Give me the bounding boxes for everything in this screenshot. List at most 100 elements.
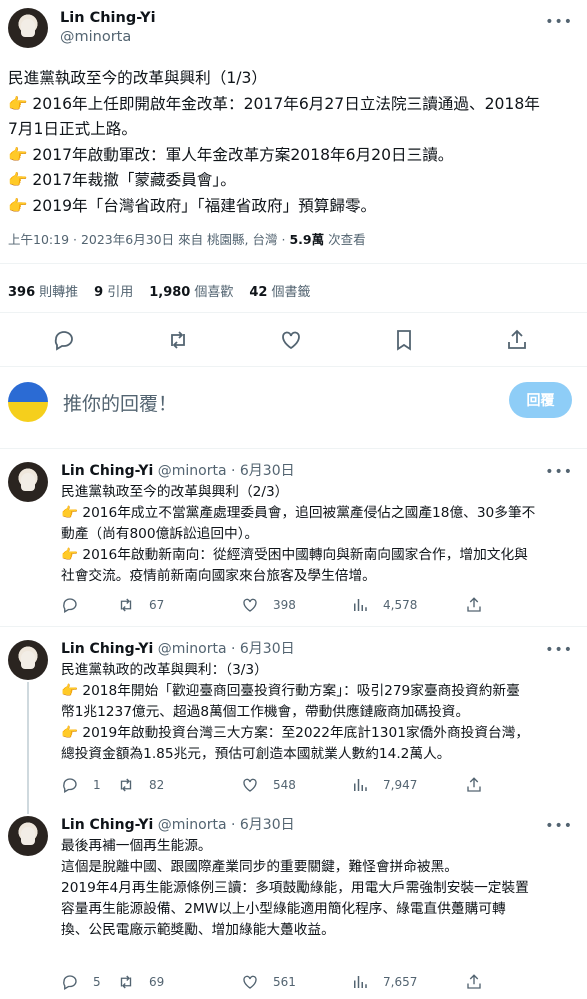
retweet-icon[interactable] [166,328,190,352]
stat-value: 9 [94,285,104,300]
tweet-line: 幣1兆1237億元、超過8萬個工作機會，帶動供應鏈廠商加碼投資。 [61,704,470,720]
share-action[interactable] [465,776,483,794]
main-tweet-header: Lin Ching-Yi @minorta [8,8,156,48]
author-name[interactable]: Lin Ching-Yi [61,463,153,479]
avatar[interactable] [8,816,48,856]
like-action[interactable]: 548 [241,776,296,794]
reply-button[interactable]: 回覆 [509,382,572,418]
divider [0,312,587,313]
tweet-line: 民進黨執政的改革與興利：（3/3） [61,662,268,678]
main-line: 7月1日正式上路。 [8,120,137,138]
divider [0,626,587,627]
more-icon[interactable]: ••• [545,14,573,30]
like-icon [243,975,257,989]
like-icon[interactable] [279,328,303,352]
user-avatar[interactable] [8,382,48,422]
views-icon [354,976,367,988]
retweet-action[interactable]: 69 [117,973,164,991]
tweet-line: 社會交流。疫情前新南向國家來台旅客及學生倍增。 [61,568,376,584]
share-icon[interactable] [505,328,529,352]
more-icon[interactable]: ••• [545,642,573,658]
view-count: 7,657 [383,975,418,989]
tweet-text: 民進黨執政的改革與興利：（3/3） 👉 2018年開始「歡迎臺商回臺投資行動方案… [61,660,581,765]
like-count: 561 [273,975,296,989]
author-name[interactable]: Lin Ching-Yi [61,817,153,833]
like-count: 398 [273,598,296,612]
reply-tweet[interactable]: Lin Ching-Yi @minorta · 6月30日 ••• 民進黨執政至… [0,462,587,624]
divider [0,448,587,449]
main-line: 👉 2017年啟動軍改：軍人年金改革方案2018年6月20日三讀。 [8,145,454,164]
tweet-header: Lin Ching-Yi @minorta · 6月30日 [61,816,295,835]
reply-input[interactable]: 推你的回覆！ [63,389,177,416]
more-icon[interactable]: ••• [545,818,573,834]
stat-retweets[interactable]: 396 則轉推 [8,281,78,300]
author-meta[interactable]: @minorta · 6月30日 [158,463,295,479]
tweet-actions: 5 69 561 7,657 [61,973,501,993]
views-action[interactable]: 7,947 [351,776,417,794]
share-icon [467,974,481,989]
share-action[interactable] [465,596,483,614]
stat-label: 個書籤 [271,285,311,300]
author-handle[interactable]: @minorta [60,28,156,47]
view-count: 5.9萬 [289,232,325,247]
views-action[interactable]: 7,657 [351,973,417,991]
stat-value: 396 [8,285,36,300]
share-icon [467,777,481,792]
tweet-line: 👉 2016年啟動新南向：從經濟受困中國轉向與新南向國家合作，增加文化與 [61,547,528,563]
retweet-icon [120,975,132,989]
reply-icon [63,598,77,613]
bookmark-icon[interactable] [392,328,416,352]
reply-count: 1 [93,778,101,792]
avatar[interactable] [8,640,48,680]
reply-action[interactable] [61,596,93,614]
views-icon [354,599,367,611]
tweet-actions [0,328,587,354]
reply-action[interactable]: 5 [61,973,101,991]
reply-icon[interactable] [52,328,76,352]
divider [0,366,587,367]
author-meta[interactable]: @minorta · 6月30日 [158,641,295,657]
view-count: 4,578 [383,598,418,612]
thread-line [27,682,29,814]
more-icon[interactable]: ••• [545,464,573,480]
like-count: 548 [273,778,296,792]
reply-composer: 推你的回覆！ 回覆 [0,380,587,426]
view-count: 7,947 [383,778,418,792]
like-icon [243,778,257,792]
share-icon [467,597,481,612]
view-label: 次查看 [324,232,366,247]
author-name[interactable]: Lin Ching-Yi [60,9,156,28]
retweet-icon [120,598,132,612]
share-action[interactable] [465,973,483,991]
reply-action[interactable]: 1 [61,776,101,794]
tweet-time[interactable]: 上午10:19 · 2023年6月30日 來自 桃園縣, 台灣 · [8,232,289,247]
author-name[interactable]: Lin Ching-Yi [61,641,153,657]
tweet-line: 👉 2018年開始「歡迎臺商回臺投資行動方案」：吸引279家臺商投資約新臺 [61,683,520,699]
tweet-line: 2019年4月再生能源條例三讀：多項鼓勵綠能，用電大戶需強制安裝一定裝置 [61,880,529,896]
main-line: 👉 2016年上任即開啟年金改革：2017年6月27日立法院三讀通過、2018年 [8,94,540,113]
avatar[interactable] [8,462,48,502]
tweet-line: 換、公民電廠示範獎勵、增加綠能大躉收益。 [61,922,335,938]
like-action[interactable]: 561 [241,973,296,991]
tweet-text: 民進黨執政至今的改革與興利（2/3） 👉 2016年成立不當黨產處理委員會，追回… [61,482,581,587]
stat-likes[interactable]: 1,980 個喜歡 [149,281,233,300]
retweet-action[interactable]: 82 [117,776,164,794]
stat-label: 引用 [107,285,134,300]
like-icon [243,598,257,612]
tweet-line: 這個是脫離中國、跟國際產業同步的重要關鍵，難怪會拼命被黑。 [61,859,458,875]
reply-icon [63,778,77,793]
tweet-line: 👉 2019年啟動投資台灣三大方案：至2022年底計1301家僑外商投資台灣， [61,725,530,741]
reply-count: 5 [93,975,101,989]
author-meta[interactable]: @minorta · 6月30日 [158,817,295,833]
reply-tweet[interactable]: Lin Ching-Yi @minorta · 6月30日 ••• 最後再補一個… [0,816,587,999]
avatar[interactable] [8,8,48,48]
reply-tweet[interactable]: Lin Ching-Yi @minorta · 6月30日 ••• 民進黨執政的… [0,640,587,805]
tweet-actions: 67 398 4,578 [61,596,501,616]
retweet-icon [120,778,132,792]
views-action[interactable]: 4,578 [351,596,417,614]
retweet-action[interactable]: 67 [117,596,164,614]
main-line: 👉 2019年「台灣省政府」「福建省政府」預算歸零。 [8,196,377,215]
like-action[interactable]: 398 [241,596,296,614]
stat-quotes[interactable]: 9 引用 [94,281,133,300]
stat-bookmarks[interactable]: 42 個書籤 [249,281,310,300]
